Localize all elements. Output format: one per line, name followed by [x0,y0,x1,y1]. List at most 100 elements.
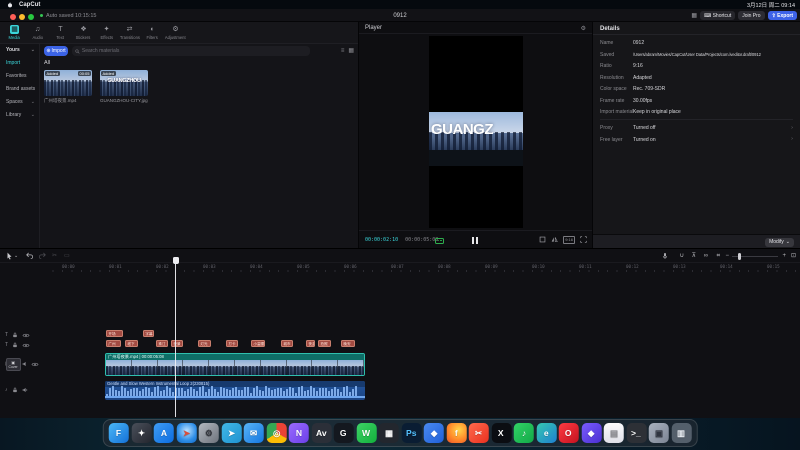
media-tab[interactable]: T Text [49,26,72,40]
redo-icon[interactable] [38,252,46,259]
media-tab[interactable]: ❖ Stickers [72,26,95,40]
preview-video[interactable]: GUANGZ [429,36,523,228]
dock-app-telegram[interactable]: ➤ [221,423,241,443]
record-voiceover-icon[interactable] [662,252,668,260]
dock-app-files[interactable]: ▣ [649,423,669,443]
menubar-clock[interactable]: 3月12日 周二 09:14 [747,1,795,9]
zoom-in-icon[interactable]: + [782,252,786,260]
zoom-slider-handle[interactable] [738,253,741,260]
text-clip[interactable]: 晚安 [341,340,355,347]
media-tab[interactable]: ⚙ Adjustment [164,26,187,40]
sidebar-item[interactable]: Brand assets ⌄ [0,83,39,96]
zoom-out-icon[interactable]: − [725,252,729,260]
text-clip[interactable]: 字幕 [143,330,154,337]
media-tab[interactable]: ✦ Effects [95,26,118,40]
dock-app-keynote[interactable]: ▦ [379,423,399,443]
media-tab[interactable]: ◐ Filters [141,26,164,40]
modify-button[interactable]: Modify⌄ [765,238,794,247]
dock-app-finder[interactable]: F [109,423,129,443]
text-clip[interactable]: 城市 [281,340,293,347]
dock-app-obsidian[interactable]: ◆ [581,423,601,443]
text-clip[interactable]: 珠江 [156,340,168,347]
sidebar-item[interactable]: Favorites ⌄ [0,70,39,83]
menubar-app-name[interactable]: CapCut [19,2,40,8]
dock-app-safari[interactable]: ➤ [176,423,196,443]
dock-app-app-blue[interactable]: ◆ [424,423,444,443]
text-clip[interactable]: 灯光 [198,340,211,347]
lock-icon[interactable] [12,387,18,393]
timeline-zoom-slider[interactable] [732,256,778,257]
dock-app-system-settings[interactable]: ⚙ [199,423,219,443]
text-clip[interactable]: 塔下 [125,340,138,347]
dock-app-wechat[interactable]: W [356,423,376,443]
layout-icon[interactable]: ▦ [691,12,697,19]
video-clip[interactable]: 广州塔夜景.mp4 | 00:00:05:08 [105,353,365,376]
dock-app-music-app[interactable]: ♪ [514,423,534,443]
dock-app-terminal[interactable]: >_ [626,423,646,443]
fit-timeline-icon[interactable]: ⊡ [791,252,796,260]
flip-icon[interactable] [551,236,558,243]
dock-app-launchpad[interactable]: ✦ [131,423,151,443]
split-icon[interactable]: ✂ [52,252,57,260]
undo-icon[interactable] [26,252,34,259]
text-clip[interactable]: 打卡 [226,340,238,347]
fullscreen-icon[interactable] [580,236,587,243]
dock-app-edge[interactable]: e [536,423,556,443]
dock-app-github[interactable]: G [334,423,354,443]
dock-app-chrome[interactable]: ◎ [266,423,286,443]
text-clip[interactable]: 夜景 [171,340,183,347]
pause-button[interactable] [472,237,478,244]
dock-app-mail[interactable]: ✉ [244,423,264,443]
dock-app-photoshop[interactable]: Ps [401,423,421,443]
apple-logo-icon[interactable] [7,2,13,8]
sidebar-item[interactable]: Import ⌄ [0,57,39,70]
media-asset-广州塔夜景.mp4[interactable]: Added 00:05 广州塔夜景.mp4 [44,70,92,104]
select-tool-icon[interactable] [6,252,13,260]
asset-thumbnail[interactable]: Added 00:05 [44,70,92,96]
asset-thumbnail[interactable]: Added GUANGZHOU [100,70,148,96]
player-settings-icon[interactable]: ⚙ [581,25,586,32]
link-clips-icon[interactable]: ∞ [704,252,708,260]
dock-app-arc[interactable]: Av [311,423,331,443]
eye-icon[interactable] [22,343,30,348]
dock-app-firefox[interactable]: f [446,423,466,443]
delete-icon[interactable]: ▭ [64,252,70,260]
preview-quality-badge[interactable] [435,238,444,244]
details-toggle-row[interactable]: Free layer Turned on › [593,134,800,146]
export-button[interactable]: ⇧ Export [768,11,797,20]
lock-icon[interactable] [12,342,18,348]
shortcut-button[interactable]: ⌨ Shortcut [700,11,735,20]
dock-app-app-store[interactable]: A [154,423,174,443]
auto-snap-icon[interactable]: ⊼ [692,252,696,260]
text-clip[interactable]: 小蛮腰 [251,340,265,347]
lock-icon[interactable] [12,332,18,338]
cover-button[interactable]: ▣ Cover [6,358,21,371]
speaker-icon[interactable] [22,387,28,393]
eye-icon[interactable] [22,333,30,338]
timeline-ruler[interactable]: 00:0000:0100:0200:0300:0400:0500:0600:07… [48,263,800,273]
media-tab[interactable]: ⇄ Transitions [118,26,141,40]
dock-app-x[interactable]: X [491,423,511,443]
join-pro-button[interactable]: Join Pro [738,11,764,20]
dock-app-notability[interactable]: N [289,423,309,443]
eye-icon[interactable] [31,362,39,367]
text-clip[interactable]: 广州 [106,340,121,347]
dock-app-opera[interactable]: O [559,423,579,443]
chevron-down-icon[interactable]: ⌄ [14,252,18,260]
playhead[interactable] [175,262,176,417]
text-clip[interactable]: 拍照 [318,340,331,347]
sidebar-item[interactable]: Yours ⌄ [0,44,39,57]
media-asset-GUANGZHOU-CITY.jpg[interactable]: Added GUANGZHOU GUANGZHOU-CITY.jpg [100,70,148,103]
audio-clip[interactable]: Gentle and Slow Western Instrumental Loo… [105,381,365,400]
mute-icon[interactable] [22,361,28,367]
dock-app-capcut[interactable]: ✂ [469,423,489,443]
text-clip[interactable]: 开场 [106,330,123,337]
text-clip[interactable]: 夜游 [306,340,315,347]
dock-app-trash[interactable]: ▥ [671,423,691,443]
sidebar-item[interactable]: Library ⌄ [0,109,39,122]
media-tab[interactable]: ▦ Media [3,25,26,40]
media-tab[interactable]: ♫ Audio [26,26,49,40]
details-toggle-row[interactable]: Proxy Turned off › [593,122,800,134]
crop-icon[interactable] [539,236,546,243]
dock-app-notes[interactable]: ▤ [604,423,624,443]
